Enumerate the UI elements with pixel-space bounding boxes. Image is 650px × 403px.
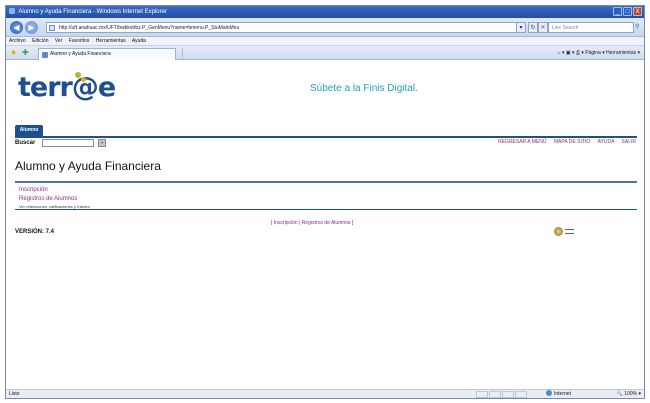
close-button[interactable]: X	[633, 7, 642, 16]
search-label: Buscar	[15, 140, 36, 146]
add-favorite-icon[interactable]: ✚	[22, 48, 31, 57]
forward-icon[interactable]: ▶	[25, 21, 38, 34]
refresh-icon[interactable]: ↻	[528, 22, 538, 33]
command-bar: ⌂ ▾ ▣ ▾ ⎙ ▾ Página ▾ Herramientas ▾	[558, 48, 640, 58]
menu-archivo[interactable]: Archivo	[9, 38, 26, 44]
tab-page-icon	[42, 52, 48, 58]
status-bar: Listo Internet 🔍 100% ▾	[6, 389, 644, 398]
search-input[interactable]	[42, 139, 94, 147]
menu-ver[interactable]: Ver	[55, 38, 63, 44]
logo-dot-green	[75, 72, 81, 78]
title-bar: Alumno y Ayuda Financiera - Windows Inte…	[6, 6, 644, 18]
new-tab-button[interactable]	[182, 48, 194, 59]
dropdown-icon[interactable]: ▾	[516, 22, 526, 33]
tab-alumno[interactable]: Alumno y Ayuda Financiera	[38, 48, 176, 60]
link-mapa-sitio[interactable]: MAPA DE SITIO	[554, 139, 590, 145]
logo-text: terr@e	[18, 72, 116, 103]
university-logo: ▬▬▬ ▬▬▬	[554, 227, 588, 236]
menu-herramientas[interactable]: Herramientas	[96, 38, 126, 44]
command-labels[interactable]: Página ▾ Herramientas ▾	[585, 50, 640, 56]
zoom-level[interactable]: 🔍 100% ▾	[617, 390, 641, 398]
maximize-button[interactable]: □	[623, 7, 632, 16]
back-icon[interactable]: ◀	[10, 21, 23, 34]
menu-inscripcion[interactable]: Inscripción	[19, 187, 48, 193]
status-pane	[502, 391, 514, 398]
link-ayuda[interactable]: AYUDA	[598, 139, 615, 145]
divider-middle	[15, 181, 637, 183]
search-icon[interactable]: ⚲	[635, 22, 644, 33]
stop-icon[interactable]: ✕	[538, 22, 548, 33]
bracket-close: ]	[351, 220, 354, 226]
bottom-link-inscripcion[interactable]: Inscripción	[274, 220, 298, 226]
url-text: http://uft.anahuac.mx/UFT/bwbkvtrbz.P_Ge…	[59, 25, 240, 31]
divider-top	[15, 136, 637, 138]
university-logo-text: ▬▬▬ ▬▬▬	[565, 227, 574, 235]
home-icon[interactable]: ⌂ ▾	[558, 50, 565, 56]
page-content: terr@e Súbete a la Finis Digital. Alumno…	[6, 61, 644, 391]
bracket-open: [	[271, 220, 273, 226]
link-salir[interactable]: SALIR	[622, 139, 636, 145]
menu-edicion[interactable]: Edición	[32, 38, 48, 44]
feeds-icon[interactable]: ▣ ▾	[566, 50, 575, 56]
university-seal-icon	[554, 227, 563, 236]
status-pane	[489, 391, 501, 398]
menu-ayuda[interactable]: Ayuda	[132, 38, 146, 44]
terrae-logo[interactable]: terr@e	[18, 72, 116, 103]
slogan: Súbete a la Finis Digital.	[310, 83, 418, 94]
internet-globe-icon	[546, 390, 552, 396]
status-panes	[476, 391, 527, 398]
link-regresar-menu[interactable]: REGRESAR A MENÚ	[498, 139, 546, 145]
print-icon[interactable]: ⎙ ▾	[576, 50, 584, 56]
tab-alumno-portal[interactable]: Alumno	[15, 125, 43, 136]
live-search-placeholder: Live Search	[552, 25, 579, 31]
tab-label: Alumno y Ayuda Financiera	[50, 51, 111, 57]
logo-dot-orange	[81, 77, 86, 82]
version-label: VERSIÓN: 7.4	[15, 229, 55, 235]
browser-window: Alumno y Ayuda Financiera - Windows Inte…	[5, 5, 645, 399]
divider-bottom	[15, 209, 637, 210]
status-pane	[515, 391, 527, 398]
live-search-input[interactable]: Live Search	[548, 22, 634, 33]
status-pane	[476, 391, 488, 398]
window-title: Alumno y Ayuda Financiera - Windows Inte…	[18, 9, 167, 15]
menu-registros-alumnos[interactable]: Registros de Alumnos	[19, 196, 77, 202]
bottom-link-registros[interactable]: Registros de Alumnos	[302, 220, 351, 226]
menu-favoritos[interactable]: Favoritos	[69, 38, 90, 44]
zone-label: Internet	[554, 391, 571, 397]
window-controls: _ □ X	[613, 7, 642, 16]
link-separator: |	[299, 220, 301, 226]
bottom-links: [ Inscripción | Registros de Alumnos ]	[271, 220, 353, 226]
top-links: REGRESAR A MENÚ MAPA DE SITIO AYUDA SALI…	[492, 139, 636, 145]
address-bar: ◀ ▶ http://uft.anahuac.mx/UFT/bwbkvtrbz.…	[6, 18, 644, 37]
status-text: Listo	[9, 391, 20, 397]
minimize-button[interactable]: _	[613, 7, 622, 16]
url-field[interactable]: http://uft.anahuac.mx/UFT/bwbkvtrbz.P_Ge…	[46, 22, 522, 33]
menu-bar: Archivo Edición Ver Favoritos Herramient…	[6, 37, 644, 46]
page-title: Alumno y Ayuda Financiera	[15, 159, 161, 173]
search-go-button[interactable]: »	[98, 139, 106, 147]
favorites-star-icon[interactable]: ★	[10, 48, 19, 57]
ie-icon	[9, 8, 15, 14]
page-icon	[49, 25, 55, 31]
zoom-value: 100%	[624, 391, 638, 397]
tab-bar: ★ ✚ Alumno y Ayuda Financiera ⌂ ▾ ▣ ▾ ⎙ …	[6, 46, 644, 60]
security-zone[interactable]: Internet	[546, 390, 571, 398]
